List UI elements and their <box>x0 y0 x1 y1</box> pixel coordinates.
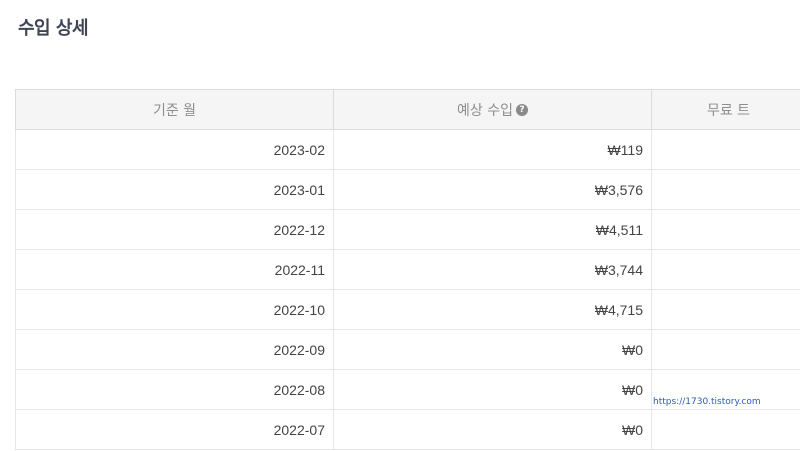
revenue-cell: ₩4,715 <box>333 289 652 330</box>
revenue-table-container: 기준 월 예상 수입? 무료 트 2023-02 ₩119 2023-01 ₩3… <box>15 89 800 450</box>
month-cell: 2023-02 <box>15 129 334 170</box>
header-third-label: 무료 트 <box>706 102 751 119</box>
table-row: 2022-11 ₩3,744 <box>15 249 800 290</box>
table-row: 2023-02 ₩119 <box>15 129 800 170</box>
third-cell <box>651 289 800 330</box>
table-row: 2022-12 ₩4,511 <box>15 209 800 250</box>
third-cell <box>651 209 800 250</box>
table-row: 2022-10 ₩4,715 <box>15 289 800 330</box>
watermark-link[interactable]: https://1730.tistory.com <box>653 397 761 407</box>
page-title: 수입 상세 <box>18 18 89 39</box>
revenue-cell: ₩3,576 <box>333 169 652 210</box>
month-cell: 2022-08 <box>15 369 334 410</box>
table-row: 2022-07 ₩0 <box>15 409 800 450</box>
month-cell: 2022-09 <box>15 329 334 370</box>
third-cell <box>651 249 800 290</box>
month-cell: 2022-10 <box>15 289 334 330</box>
table-row: 2022-09 ₩0 <box>15 329 800 370</box>
revenue-cell: ₩0 <box>333 329 652 370</box>
header-third-column[interactable]: 무료 트 <box>651 89 800 130</box>
revenue-table: 기준 월 예상 수입? 무료 트 2023-02 ₩119 2023-01 ₩3… <box>15 89 800 450</box>
month-cell: 2022-07 <box>15 409 334 450</box>
header-month-label: 기준 월 <box>152 102 197 119</box>
month-cell: 2022-11 <box>15 249 334 290</box>
table-row: 2023-01 ₩3,576 <box>15 169 800 210</box>
header-month[interactable]: 기준 월 <box>15 89 334 130</box>
revenue-cell: ₩3,744 <box>333 249 652 290</box>
table-header-row: 기준 월 예상 수입? 무료 트 <box>15 89 800 130</box>
third-cell <box>651 329 800 370</box>
revenue-cell: ₩0 <box>333 409 652 450</box>
month-cell: 2022-12 <box>15 209 334 250</box>
question-circle-icon[interactable]: ? <box>515 103 528 116</box>
third-cell <box>651 409 800 450</box>
third-cell <box>651 129 800 170</box>
header-estimated-revenue-label: 예상 수입 <box>457 102 513 119</box>
revenue-cell: ₩0 <box>333 369 652 410</box>
revenue-detail-page: 수입 상세 기준 월 예상 수입? 무료 트 2023-02 ₩119 2023… <box>0 0 800 451</box>
revenue-cell: ₩119 <box>333 129 652 170</box>
header-estimated-revenue[interactable]: 예상 수입? <box>333 89 652 130</box>
month-cell: 2023-01 <box>15 169 334 210</box>
revenue-cell: ₩4,511 <box>333 209 652 250</box>
third-cell <box>651 169 800 210</box>
